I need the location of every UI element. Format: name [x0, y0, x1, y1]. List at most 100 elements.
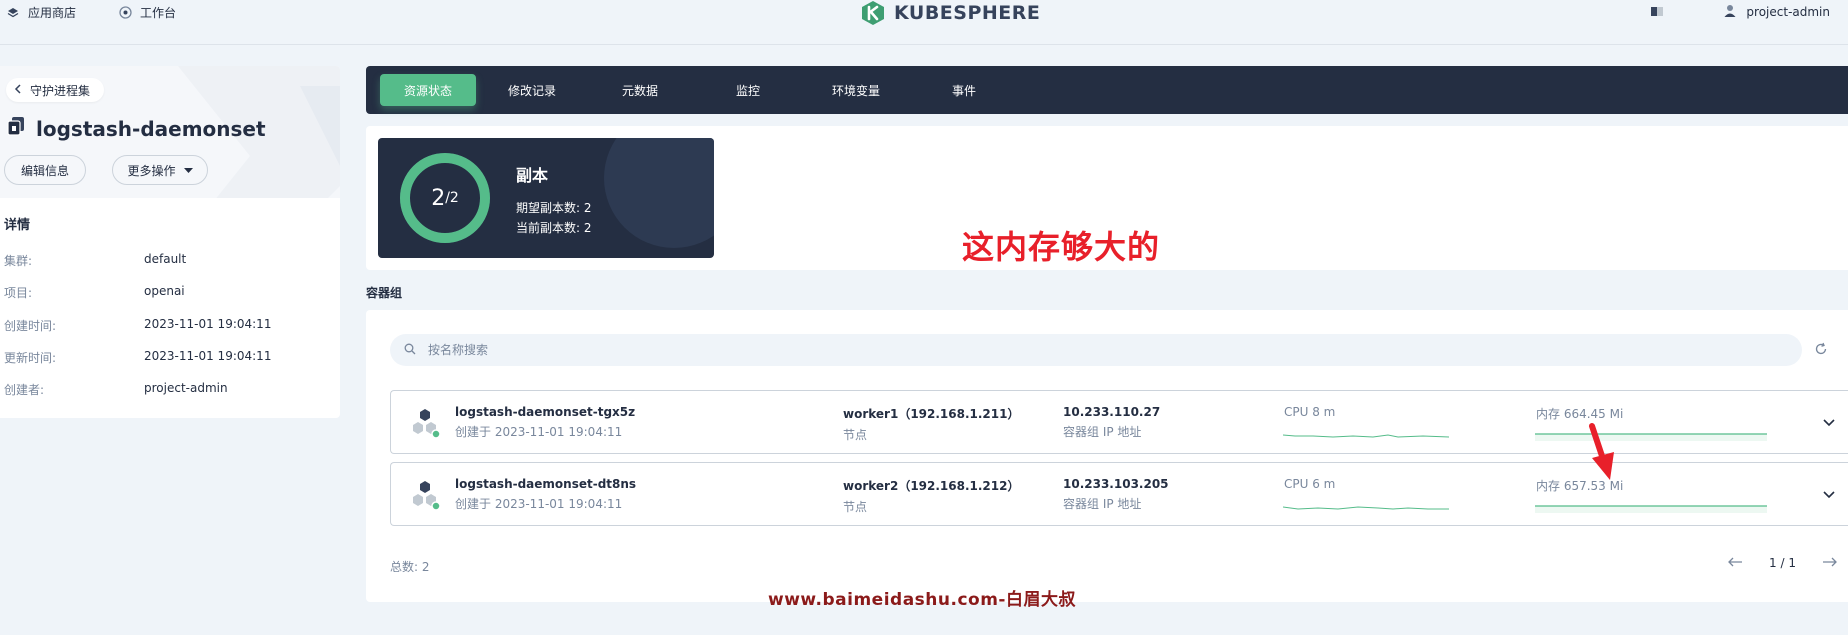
- detail-value: 2023-11-01 19:04:11: [144, 349, 272, 363]
- chevron-down-icon[interactable]: [1822, 415, 1838, 431]
- prev-page-arrow-icon[interactable]: [1727, 556, 1743, 570]
- back-button[interactable]: 守护进程集: [6, 78, 105, 102]
- layers-icon: [6, 6, 20, 20]
- replica-card: 2/2 副本 期望副本数: 2 当前副本数: 2: [378, 138, 714, 258]
- pod-created: 创建于 2023-11-01 19:04:11: [455, 425, 623, 439]
- edit-info-button[interactable]: 编辑信息: [4, 155, 86, 185]
- replica-count: 2/2: [385, 138, 505, 258]
- pod-cpu: CPU 8 m: [1284, 405, 1336, 419]
- daemonset-name: logstash-daemonset: [36, 116, 266, 141]
- detail-key: 创建时间:: [4, 319, 57, 333]
- page-title: logstash-daemonset: [6, 116, 266, 141]
- tab-revision-records[interactable]: 修改记录: [484, 74, 580, 106]
- memory-sparkline: [1535, 433, 1767, 441]
- pod-node-col: worker1（192.168.1.211） 节点: [843, 405, 1020, 443]
- refresh-icon[interactable]: [1814, 342, 1830, 358]
- top-nav: 应用商店 工作台 KUBESPHERE project-admin: [0, 0, 1848, 45]
- user-icon[interactable]: [1724, 4, 1736, 20]
- tab-events[interactable]: 事件: [916, 74, 1012, 106]
- pod-node-label: 节点: [843, 428, 868, 442]
- tab-environment-variables[interactable]: 环境变量: [808, 74, 904, 106]
- memory-sparkline: [1535, 505, 1767, 513]
- tab-monitoring[interactable]: 监控: [700, 74, 796, 106]
- detail-value: 2023-11-01 19:04:11: [144, 317, 272, 331]
- chevron-down-icon[interactable]: [1822, 487, 1838, 503]
- pod-node[interactable]: worker2（192.168.1.212）: [843, 477, 1020, 494]
- status-dot: [431, 429, 441, 439]
- pod-created: 创建于 2023-11-01 19:04:11: [455, 497, 623, 511]
- app-store-label: 应用商店: [28, 6, 77, 20]
- detail-panel: 守护进程集 logstash-daemonset 编辑信息 更多操作 详情 集群…: [0, 66, 340, 418]
- status-dot: [431, 501, 441, 511]
- pod-icon: [413, 409, 441, 439]
- card-decoration: [604, 138, 714, 248]
- pagination: 1 / 1: [1727, 556, 1838, 570]
- total-count: 总数: 2: [390, 560, 430, 574]
- back-label: 守护进程集: [30, 83, 91, 98]
- search-input[interactable]: [428, 343, 1687, 357]
- pod-node-col: worker2（192.168.1.212） 节点: [843, 477, 1020, 515]
- detail-panel-header: 守护进程集 logstash-daemonset 编辑信息 更多操作: [0, 66, 340, 198]
- pod-node[interactable]: worker1（192.168.1.211）: [843, 405, 1020, 422]
- details-title: 详情: [4, 218, 31, 233]
- more-actions-label: 更多操作: [127, 163, 176, 178]
- search-icon: [404, 343, 416, 358]
- pod-ip: 10.233.103.205: [1063, 477, 1169, 491]
- pod-node-label: 节点: [843, 500, 868, 514]
- daemonset-icon: [6, 116, 26, 141]
- next-page-arrow-icon[interactable]: [1822, 556, 1838, 570]
- detail-key: 项目:: [4, 286, 33, 300]
- pods-panel: logstash-daemonset-tgx5z 创建于 2023-11-01 …: [366, 310, 1848, 602]
- detail-key: 创建者:: [4, 383, 45, 397]
- pod-ip-col: 10.233.110.27 容器组 IP 地址: [1063, 405, 1160, 440]
- caret-down-icon: [183, 163, 193, 177]
- tab-metadata[interactable]: 元数据: [592, 74, 688, 106]
- cpu-sparkline: [1283, 434, 1449, 438]
- detail-value: default: [144, 252, 187, 266]
- kubesphere-logo-icon: [862, 1, 884, 25]
- tab-resource-status[interactable]: 资源状态: [380, 74, 476, 106]
- dashboard-icon: [118, 6, 132, 20]
- pod-row[interactable]: logstash-daemonset-dt8ns 创建于 2023-11-01 …: [390, 462, 1848, 526]
- detail-key: 更新时间:: [4, 351, 57, 365]
- logo-text: KUBESPHERE: [894, 2, 1041, 24]
- replica-title: 副本: [516, 166, 549, 185]
- detail-value: openai: [144, 284, 185, 298]
- pod-row[interactable]: logstash-daemonset-tgx5z 创建于 2023-11-01 …: [390, 390, 1848, 454]
- annotation-arrow-icon: [1589, 423, 1614, 480]
- user-area: project-admin: [1650, 4, 1830, 20]
- pods-section-label: 容器组: [366, 286, 403, 300]
- pod-ip-col: 10.233.103.205 容器组 IP 地址: [1063, 477, 1169, 512]
- pod-ip: 10.233.110.27: [1063, 405, 1161, 419]
- pod-ip-label: 容器组 IP 地址: [1063, 497, 1142, 511]
- workbench-nav[interactable]: 工作台: [118, 4, 176, 21]
- annotation-text: 这内存够大的: [962, 228, 1161, 266]
- replica-desired: 期望副本数: 2: [516, 201, 592, 215]
- pod-memory: 内存 664.45 Mi: [1536, 407, 1624, 421]
- tab-bar: 资源状态 修改记录 元数据 监控 环境变量 事件: [366, 66, 1848, 114]
- cpu-sparkline: [1283, 506, 1449, 510]
- pod-name[interactable]: logstash-daemonset-dt8ns: [455, 477, 636, 491]
- detail-key: 集群:: [4, 254, 33, 268]
- kubesphere-logo[interactable]: KUBESPHERE: [860, 0, 1040, 26]
- pod-name-col: logstash-daemonset-tgx5z 创建于 2023-11-01 …: [455, 405, 635, 440]
- replica-info: 副本 期望副本数: 2 当前副本数: 2: [516, 162, 592, 238]
- pod-icon: [413, 481, 441, 511]
- pod-ip-label: 容器组 IP 地址: [1063, 425, 1142, 439]
- pod-name-col: logstash-daemonset-dt8ns 创建于 2023-11-01 …: [455, 477, 636, 512]
- edit-info-label: 编辑信息: [20, 163, 69, 178]
- page-indicator: 1 / 1: [1769, 556, 1796, 570]
- replica-ready: 2: [431, 185, 446, 211]
- detail-value: project-admin: [144, 381, 228, 395]
- toolbox-icon[interactable]: [1650, 5, 1664, 20]
- pod-name[interactable]: logstash-daemonset-tgx5z: [455, 405, 635, 419]
- chevron-left-icon: [14, 83, 22, 97]
- app-store-nav[interactable]: 应用商店: [6, 4, 76, 21]
- more-actions-button[interactable]: 更多操作: [112, 155, 208, 185]
- site-watermark: www.baimeidashu.com-白眉大叔: [768, 590, 1076, 610]
- replica-current: 当前副本数: 2: [516, 221, 592, 235]
- search-bar: [390, 334, 1802, 366]
- workbench-label: 工作台: [140, 6, 177, 20]
- user-name[interactable]: project-admin: [1746, 5, 1830, 19]
- replica-total: /2: [445, 190, 459, 206]
